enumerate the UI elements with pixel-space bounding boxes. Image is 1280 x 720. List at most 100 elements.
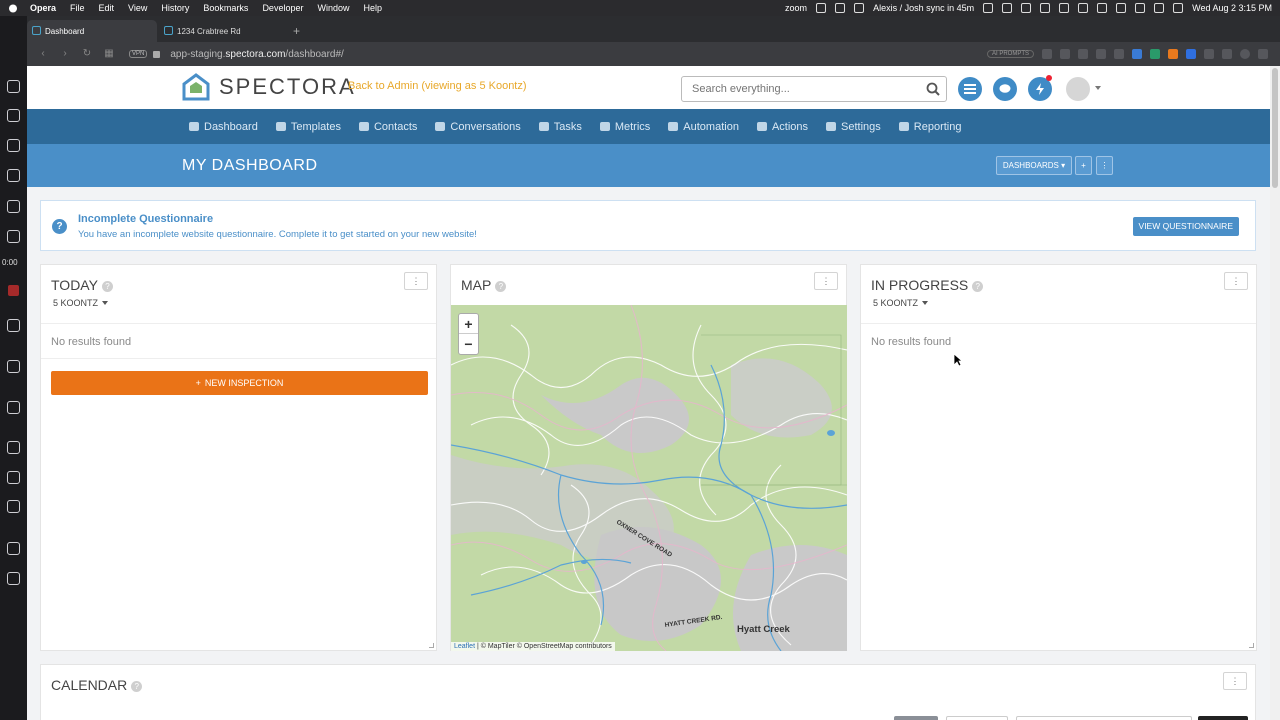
nav-item-dashboard[interactable]: Dashboard xyxy=(189,121,258,133)
view-questionnaire-button[interactable]: VIEW QUESTIONNAIRE xyxy=(1132,217,1239,236)
list-button[interactable] xyxy=(958,77,982,101)
heart-icon[interactable] xyxy=(7,441,20,454)
gear-icon[interactable] xyxy=(1002,3,1013,13)
vpn-badge[interactable]: VPN xyxy=(129,50,148,58)
book-icon[interactable] xyxy=(7,319,20,332)
page-scrollbar[interactable] xyxy=(1270,66,1280,720)
dashboards-dropdown[interactable]: DASHBOARDS ▾ xyxy=(996,156,1072,175)
url-field[interactable]: app-staging.spectora.com/dashboard#/ xyxy=(170,49,343,60)
screen-icon[interactable] xyxy=(816,3,827,13)
nav-item-templates[interactable]: Templates xyxy=(275,121,341,133)
extension-new-icon[interactable] xyxy=(1132,49,1142,59)
spectora-logo[interactable]: SPECTORA xyxy=(182,73,356,101)
extension-blue-icon[interactable] xyxy=(1186,49,1196,59)
user-icon[interactable] xyxy=(1116,3,1127,13)
search-input[interactable] xyxy=(682,77,912,101)
chevron-down-icon[interactable] xyxy=(1095,86,1101,90)
send-icon[interactable] xyxy=(1096,49,1106,59)
extension-puzzle-icon[interactable] xyxy=(1204,49,1214,59)
extension-orange-icon[interactable] xyxy=(1168,49,1178,59)
menu-item-opera[interactable]: Opera xyxy=(30,3,56,13)
rocket-icon[interactable] xyxy=(7,139,20,152)
extension-icon[interactable] xyxy=(7,542,20,555)
scrollbar-thumb[interactable] xyxy=(1272,68,1278,188)
forward-icon[interactable]: › xyxy=(59,48,71,60)
messages-button[interactable] xyxy=(993,77,1017,101)
new-inspection-button[interactable]: + NEW INSPECTION xyxy=(51,371,428,395)
tabs-grid-icon[interactable]: ▦ xyxy=(103,48,115,60)
profile-icon[interactable] xyxy=(1240,49,1250,59)
calendar-today-button[interactable] xyxy=(894,716,938,720)
notes-icon[interactable] xyxy=(7,169,20,182)
resize-handle[interactable] xyxy=(429,643,434,648)
heart-icon[interactable] xyxy=(1114,49,1124,59)
inspector-filter[interactable]: 5 KOONTZ xyxy=(53,298,109,308)
menu-item-help[interactable]: Help xyxy=(363,3,382,13)
menu-item-edit[interactable]: Edit xyxy=(99,3,115,13)
camera-icon[interactable] xyxy=(1060,49,1070,59)
back-to-admin-link[interactable]: Back to Admin (viewing as 5 Koontz) xyxy=(348,80,527,92)
card-menu-button[interactable]: ⋮ xyxy=(1224,272,1248,290)
search-icon[interactable] xyxy=(926,82,940,96)
extension-icon-2[interactable] xyxy=(7,572,20,585)
zoom-label[interactable]: zoom xyxy=(785,3,807,13)
add-widget-button[interactable]: + xyxy=(1075,156,1092,175)
settings-icon[interactable] xyxy=(7,500,20,513)
calendar-view-buttons[interactable] xyxy=(1016,716,1192,720)
smile-icon[interactable] xyxy=(7,230,20,243)
ai-prompts-button[interactable]: AI PROMPTS xyxy=(986,50,1034,58)
map-view[interactable]: OXNER COVE ROAD HYATT CREEK RD. Hyatt Cr… xyxy=(451,305,847,651)
menu-item-developer[interactable]: Developer xyxy=(262,3,303,13)
card-menu-button[interactable]: ⋮ xyxy=(814,272,838,290)
play-icon[interactable] xyxy=(1097,3,1108,13)
menu-item-file[interactable]: File xyxy=(70,3,85,13)
apple-icon[interactable] xyxy=(8,3,18,13)
bluetooth-icon[interactable] xyxy=(1078,3,1089,13)
home-icon[interactable] xyxy=(7,80,20,93)
wifi-icon[interactable] xyxy=(1059,3,1070,13)
record-stop-icon[interactable] xyxy=(8,285,19,296)
inspector-filter[interactable]: 5 KOONTZ xyxy=(873,298,929,308)
crown-icon[interactable] xyxy=(7,109,20,122)
search-icon[interactable] xyxy=(1135,3,1146,13)
calendar-icon[interactable] xyxy=(1040,3,1051,13)
calendar-action-button[interactable] xyxy=(1198,716,1248,720)
control-center-icon[interactable] xyxy=(1154,3,1165,13)
back-icon[interactable]: ‹ xyxy=(37,48,49,60)
nav-item-tasks[interactable]: Tasks xyxy=(538,121,582,133)
zoom-out-button[interactable]: − xyxy=(459,334,478,354)
help-icon[interactable]: ? xyxy=(131,681,143,692)
menu-icon[interactable] xyxy=(1258,49,1268,59)
mic-icon[interactable] xyxy=(835,3,846,13)
lock-icon[interactable] xyxy=(153,50,161,58)
card-menu-button[interactable]: ⋮ xyxy=(404,272,428,290)
clock[interactable]: Wed Aug 2 3:15 PM xyxy=(1192,3,1272,13)
avatar[interactable] xyxy=(1066,77,1090,101)
reload-icon[interactable]: ↻ xyxy=(81,48,93,60)
resize-handle[interactable] xyxy=(1249,643,1254,648)
zoom-in-button[interactable]: + xyxy=(459,314,478,334)
share-icon[interactable] xyxy=(1042,49,1052,59)
leaflet-link[interactable]: Leaflet xyxy=(454,643,475,650)
card-menu-button[interactable]: ⋮ xyxy=(1223,672,1247,690)
clipboard-icon[interactable] xyxy=(7,360,20,373)
menu-item-history[interactable]: History xyxy=(161,3,189,13)
new-tab-button[interactable]: + xyxy=(293,20,309,42)
sync-icon[interactable] xyxy=(854,3,865,13)
help-icon[interactable]: ? xyxy=(495,281,507,292)
menu-item-view[interactable]: View xyxy=(128,3,147,13)
help-icon[interactable]: ? xyxy=(101,281,113,292)
nav-item-settings[interactable]: Settings xyxy=(826,121,881,133)
menu-item-bookmarks[interactable]: Bookmarks xyxy=(203,3,248,13)
nav-item-reporting[interactable]: Reporting xyxy=(898,121,961,133)
dashboard-more-button[interactable]: ⋮ xyxy=(1096,156,1113,175)
nav-item-actions[interactable]: Actions xyxy=(756,121,808,133)
meeting-reminder[interactable]: Alexis / Josh sync in 45m xyxy=(873,3,974,13)
siri-icon[interactable] xyxy=(1173,3,1184,13)
nav-item-conversations[interactable]: Conversations xyxy=(435,121,521,133)
chat-icon[interactable] xyxy=(7,200,20,213)
nav-item-contacts[interactable]: Contacts xyxy=(358,121,417,133)
menu-item-window[interactable]: Window xyxy=(317,3,349,13)
globe-icon[interactable] xyxy=(1021,3,1032,13)
vpn-status-icon[interactable] xyxy=(983,3,994,13)
